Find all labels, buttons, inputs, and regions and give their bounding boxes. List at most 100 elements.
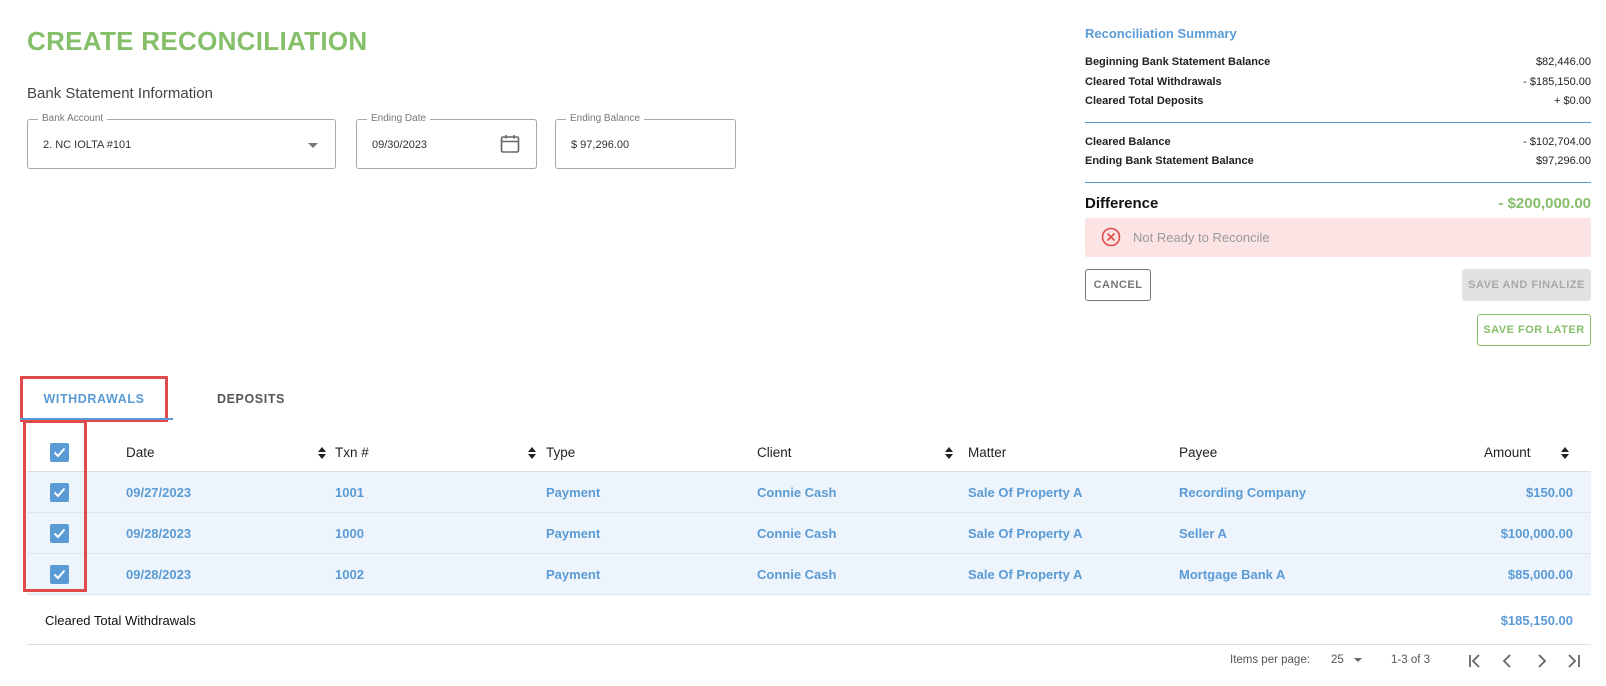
footer-label: Cleared Total Withdrawals xyxy=(45,613,196,628)
header-client[interactable]: Client xyxy=(757,445,792,460)
cell-client[interactable]: Connie Cash xyxy=(757,485,836,500)
ending-balance-value: $ 97,296.00 xyxy=(571,139,630,151)
footer-value: $185,150.00 xyxy=(1500,613,1573,628)
ending-date-field[interactable]: Ending Date 09/30/2023 xyxy=(356,113,537,169)
not-ready-alert: Not Ready to Reconcile xyxy=(1085,217,1591,257)
cell-payee[interactable]: Seller A xyxy=(1179,526,1227,541)
summary-value: $97,296.00 xyxy=(1535,155,1591,167)
sort-icon[interactable] xyxy=(1561,447,1569,459)
alert-text: Not Ready to Reconcile xyxy=(1133,229,1270,245)
save-for-later-button[interactable]: SAVE FOR LATER xyxy=(1477,314,1591,346)
check-icon xyxy=(53,487,66,498)
cancel-button[interactable]: CANCEL xyxy=(1085,269,1151,301)
difference-row: Difference - $200,000.00 xyxy=(1085,194,1591,214)
save-and-finalize-button[interactable]: SAVE AND FINALIZE xyxy=(1462,269,1591,301)
chevron-down-icon xyxy=(308,143,318,148)
cell-payee[interactable]: Recording Company xyxy=(1179,485,1306,500)
table-row[interactable]: 09/28/2023 1002 Payment Connie Cash Sale… xyxy=(27,554,1591,595)
previous-page-icon[interactable] xyxy=(1498,652,1518,670)
reconciliation-summary: Reconciliation Summary Beginning Bank St… xyxy=(1085,26,1591,257)
cell-amount[interactable]: $100,000.00 xyxy=(1501,526,1573,541)
ending-date-value: 09/30/2023 xyxy=(372,139,428,151)
difference-value: - $200,000.00 xyxy=(1498,194,1591,212)
withdrawals-table: Date Txn # Type Client Matter Payee Amou… xyxy=(23,420,1591,645)
summary-row-ending-balance: Ending Bank Statement Balance $97,296.00 xyxy=(1085,152,1591,172)
first-page-icon[interactable] xyxy=(1466,652,1486,670)
sort-icon[interactable] xyxy=(945,447,953,459)
tab-deposits[interactable]: DEPOSITS xyxy=(186,376,316,422)
error-circle-icon xyxy=(1101,227,1121,247)
check-icon xyxy=(53,447,66,458)
section-title: Bank Statement Information xyxy=(27,85,213,102)
summary-label: Beginning Bank Statement Balance xyxy=(1085,56,1271,68)
header-date[interactable]: Date xyxy=(126,445,155,460)
ending-balance-field[interactable]: Ending Balance $ 97,296.00 xyxy=(555,113,736,169)
calendar-icon[interactable] xyxy=(500,134,520,154)
next-page-icon[interactable] xyxy=(1531,652,1551,670)
header-matter: Matter xyxy=(968,445,1007,460)
cell-matter[interactable]: Sale Of Property A xyxy=(968,485,1082,500)
summary-value: - $185,150.00 xyxy=(1523,75,1591,88)
summary-label: Cleared Total Withdrawals xyxy=(1085,75,1222,88)
summary-value: $82,446.00 xyxy=(1535,56,1591,68)
page-title: CREATE RECONCILIATION xyxy=(27,26,368,56)
cell-payee[interactable]: Mortgage Bank A xyxy=(1179,567,1285,582)
cell-date[interactable]: 09/28/2023 xyxy=(126,526,191,541)
cell-client[interactable]: Connie Cash xyxy=(757,526,836,541)
summary-value: - $102,704.00 xyxy=(1523,135,1591,148)
check-icon xyxy=(53,528,66,539)
difference-label: Difference xyxy=(1085,194,1159,212)
sort-icon[interactable] xyxy=(318,447,326,459)
header-txn[interactable]: Txn # xyxy=(335,445,369,460)
last-page-icon[interactable] xyxy=(1563,652,1583,670)
summary-title: Reconciliation Summary xyxy=(1085,26,1237,41)
ending-date-label: Ending Date xyxy=(367,113,431,125)
ending-balance-label: Ending Balance xyxy=(566,113,645,125)
table-footer: Cleared Total Withdrawals $185,150.00 xyxy=(27,595,1591,645)
summary-row-deposits: Cleared Total Deposits + $0.00 xyxy=(1085,92,1591,112)
cell-txn[interactable]: 1000 xyxy=(335,526,364,541)
table-header: Date Txn # Type Client Matter Payee Amou… xyxy=(27,433,1591,472)
check-icon xyxy=(53,569,66,580)
bank-account-value: 2. NC IOLTA #101 xyxy=(43,139,132,151)
summary-label: Cleared Balance xyxy=(1085,135,1171,148)
cell-matter[interactable]: Sale Of Property A xyxy=(968,567,1082,582)
row-checkbox[interactable] xyxy=(50,524,69,543)
cell-amount[interactable]: $150.00 xyxy=(1526,485,1573,500)
cell-date[interactable]: 09/27/2023 xyxy=(126,485,191,500)
cell-txn[interactable]: 1002 xyxy=(335,567,364,582)
cell-client[interactable]: Connie Cash xyxy=(757,567,836,582)
table-row[interactable]: 09/28/2023 1000 Payment Connie Cash Sale… xyxy=(27,513,1591,554)
pagination-range: 1-3 of 3 xyxy=(1391,654,1430,666)
tab-withdrawals[interactable]: WITHDRAWALS xyxy=(20,376,168,422)
cell-type[interactable]: Payment xyxy=(546,485,600,500)
cell-txn[interactable]: 1001 xyxy=(335,485,364,500)
summary-value: + $0.00 xyxy=(1553,95,1591,107)
summary-label: Ending Bank Statement Balance xyxy=(1085,155,1254,167)
chevron-down-icon xyxy=(1354,657,1362,662)
cell-matter[interactable]: Sale Of Property A xyxy=(968,526,1082,541)
summary-divider xyxy=(1085,181,1591,183)
summary-row-withdrawals: Cleared Total Withdrawals - $185,150.00 xyxy=(1085,73,1591,93)
summary-divider xyxy=(1085,121,1591,123)
cell-date[interactable]: 09/28/2023 xyxy=(126,567,191,582)
header-amount[interactable]: Amount xyxy=(1484,445,1531,460)
sort-icon[interactable] xyxy=(528,447,536,459)
items-per-page-label: Items per page: xyxy=(1230,654,1310,666)
row-checkbox[interactable] xyxy=(50,483,69,502)
bank-account-select[interactable]: Bank Account 2. NC IOLTA #101 xyxy=(27,113,336,169)
table-row[interactable]: 09/27/2023 1001 Payment Connie Cash Sale… xyxy=(27,472,1591,513)
active-tab-indicator xyxy=(20,418,173,420)
cell-amount[interactable]: $85,000.00 xyxy=(1508,567,1573,582)
items-per-page-select[interactable]: 25 xyxy=(1331,654,1362,666)
bank-account-label: Bank Account xyxy=(38,113,108,125)
header-type: Type xyxy=(546,445,576,460)
row-checkbox[interactable] xyxy=(50,565,69,584)
select-all-checkbox[interactable] xyxy=(50,443,69,462)
summary-label: Cleared Total Deposits xyxy=(1085,95,1204,107)
header-payee: Payee xyxy=(1179,445,1218,460)
items-per-page-value: 25 xyxy=(1331,654,1344,666)
cell-type[interactable]: Payment xyxy=(546,526,600,541)
summary-row-cleared-balance: Cleared Balance - $102,704.00 xyxy=(1085,133,1591,153)
cell-type[interactable]: Payment xyxy=(546,567,600,582)
